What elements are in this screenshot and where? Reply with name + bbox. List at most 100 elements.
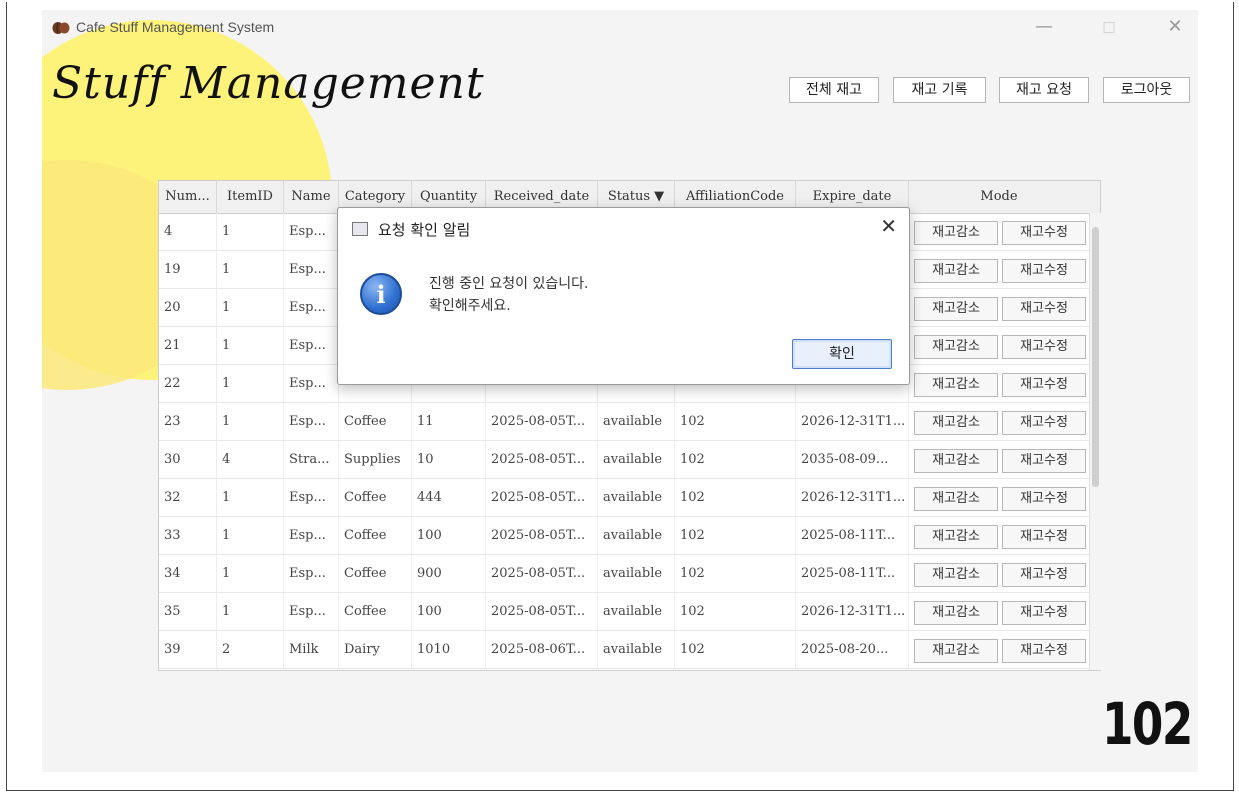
cell-expire-date: 2026-12-31T1... — [796, 479, 909, 517]
cell-category: Coffee — [339, 403, 412, 441]
cell-num: 32 — [159, 479, 217, 517]
cell-expire-date: 2025-08-11T... — [796, 517, 909, 555]
table-scrollbar[interactable] — [1089, 213, 1101, 670]
cell-expire-date: 2025-08-20... — [796, 631, 909, 669]
edit-stock-button[interactable]: 재고수정 — [1002, 563, 1086, 587]
logout-button[interactable]: 로그아웃 — [1103, 77, 1190, 103]
table-row[interactable]: 35 1 Esp... Coffee 100 2025-08-05T... availabl… — [159, 593, 1089, 631]
decrease-stock-button[interactable]: 재고감소 — [914, 335, 998, 359]
cell-name: Esp... — [284, 289, 339, 327]
cell-category: Coffee — [339, 479, 412, 517]
table-row[interactable]: 30 4 Stra... Supplies 10 2025-08-05T... availa… — [159, 441, 1089, 479]
cell-name: Esp... — [284, 593, 339, 631]
edit-stock-button[interactable]: 재고수정 — [1002, 411, 1086, 435]
cell-item-id: 1 — [217, 365, 284, 403]
window-title: Cafe Stuff Management System — [76, 19, 275, 35]
decrease-stock-button[interactable]: 재고감소 — [914, 639, 998, 663]
cell-num: 23 — [159, 403, 217, 441]
decrease-stock-button[interactable]: 재고감소 — [914, 411, 998, 435]
decrease-stock-button[interactable]: 재고감소 — [914, 373, 998, 397]
cell-name: Milk — [284, 631, 339, 669]
cell-name: Esp... — [284, 517, 339, 555]
cell-received-date: 2025-08-05T... — [486, 593, 598, 631]
cell-item-id: 1 — [217, 555, 284, 593]
cell-category: Dairy — [339, 631, 412, 669]
cell-category: Coffee — [339, 593, 412, 631]
cell-name: Esp... — [284, 403, 339, 441]
edit-stock-button[interactable]: 재고수정 — [1002, 373, 1086, 397]
dialog-close-icon[interactable]: ✕ — [880, 214, 897, 238]
decrease-stock-button[interactable]: 재고감소 — [914, 525, 998, 549]
cell-expire-date: 2025-08-11T... — [796, 555, 909, 593]
cell-received-date: 2025-08-05T... — [486, 441, 598, 479]
edit-stock-button[interactable]: 재고수정 — [1002, 601, 1086, 625]
cell-num: 33 — [159, 517, 217, 555]
edit-stock-button[interactable]: 재고수정 — [1002, 259, 1086, 283]
cell-num: 35 — [159, 593, 217, 631]
window-icon — [352, 222, 368, 236]
cell-name: Stra... — [284, 441, 339, 479]
decrease-stock-button[interactable]: 재고감소 — [914, 259, 998, 283]
edit-stock-button[interactable]: 재고수정 — [1002, 525, 1086, 549]
close-button[interactable]: ✕ — [1160, 16, 1190, 37]
edit-stock-button[interactable]: 재고수정 — [1002, 297, 1086, 321]
cell-name: Esp... — [284, 327, 339, 365]
cell-num: 22 — [159, 365, 217, 403]
cell-affiliation-code: 102 — [675, 593, 796, 631]
nav-stock-history-button[interactable]: 재고 기록 — [893, 77, 986, 103]
cell-num: 20 — [159, 289, 217, 327]
edit-stock-button[interactable]: 재고수정 — [1002, 335, 1086, 359]
decrease-stock-button[interactable]: 재고감소 — [914, 221, 998, 245]
decrease-stock-button[interactable]: 재고감소 — [914, 297, 998, 321]
maximize-button[interactable]: □ — [1094, 19, 1124, 35]
cell-received-date: 2025-08-06T... — [486, 631, 598, 669]
confirm-button[interactable]: 확인 — [792, 339, 892, 369]
app-window: Cafe Stuff Management System — □ ✕ Stuff… — [42, 10, 1198, 772]
cell-status: available — [598, 593, 675, 631]
col-num[interactable]: Num... — [159, 181, 217, 213]
cell-quantity: 10 — [412, 441, 486, 479]
cell-item-id: 1 — [217, 327, 284, 365]
cell-name: Esp... — [284, 213, 339, 251]
cell-name: Esp... — [284, 251, 339, 289]
decrease-stock-button[interactable]: 재고감소 — [914, 601, 998, 625]
cell-status: available — [598, 479, 675, 517]
table-row[interactable]: 34 1 Esp... Coffee 900 2025-08-05T... availabl… — [159, 555, 1089, 593]
info-icon: i — [360, 273, 402, 315]
edit-stock-button[interactable]: 재고수정 — [1002, 639, 1086, 663]
table-row[interactable]: 39 2 Milk Dairy 1010 2025-08-06T... available 1… — [159, 631, 1089, 669]
request-alert-dialog: 요청 확인 알림 ✕ i 진행 중인 요청이 있습니다. 확인해주세요. 확인 — [337, 207, 910, 385]
edit-stock-button[interactable]: 재고수정 — [1002, 487, 1086, 511]
edit-stock-button[interactable]: 재고수정 — [1002, 221, 1086, 245]
decrease-stock-button[interactable]: 재고감소 — [914, 487, 998, 511]
cell-num: 19 — [159, 251, 217, 289]
cell-status: available — [598, 441, 675, 479]
app-logo: Stuff Management — [52, 58, 485, 109]
scrollbar-thumb[interactable] — [1092, 227, 1099, 487]
dialog-title: 요청 확인 알림 — [378, 221, 471, 239]
col-item-id[interactable]: ItemID — [217, 181, 284, 213]
title-bar: Cafe Stuff Management System — □ ✕ — [42, 10, 1198, 46]
table-row[interactable]: 23 1 Esp... Coffee 11 2025-08-05T... available… — [159, 403, 1089, 441]
cell-num: 21 — [159, 327, 217, 365]
col-mode[interactable]: Mode — [909, 181, 1089, 213]
cell-item-id: 1 — [217, 251, 284, 289]
nav-stock-request-button[interactable]: 재고 요청 — [999, 77, 1089, 103]
cell-quantity: 11 — [412, 403, 486, 441]
table-row[interactable]: 32 1 Esp... Coffee 444 2025-08-05T... availabl… — [159, 479, 1089, 517]
cell-item-id: 1 — [217, 479, 284, 517]
decrease-stock-button[interactable]: 재고감소 — [914, 449, 998, 473]
cell-expire-date: 2026-12-31T1... — [796, 403, 909, 441]
edit-stock-button[interactable]: 재고수정 — [1002, 449, 1086, 473]
cell-item-id: 4 — [217, 441, 284, 479]
cell-name: Esp... — [284, 555, 339, 593]
dialog-message: 진행 중인 요청이 있습니다. 확인해주세요. — [429, 276, 589, 314]
col-name[interactable]: Name — [284, 181, 339, 213]
cell-status: available — [598, 631, 675, 669]
decrease-stock-button[interactable]: 재고감소 — [914, 563, 998, 587]
nav-all-stock-button[interactable]: 전체 재고 — [789, 77, 879, 103]
cell-item-id: 1 — [217, 593, 284, 631]
coffee-bean-icon — [52, 22, 70, 34]
minimize-button[interactable]: — — [1029, 16, 1059, 37]
table-row[interactable]: 33 1 Esp... Coffee 100 2025-08-05T... availabl… — [159, 517, 1089, 555]
